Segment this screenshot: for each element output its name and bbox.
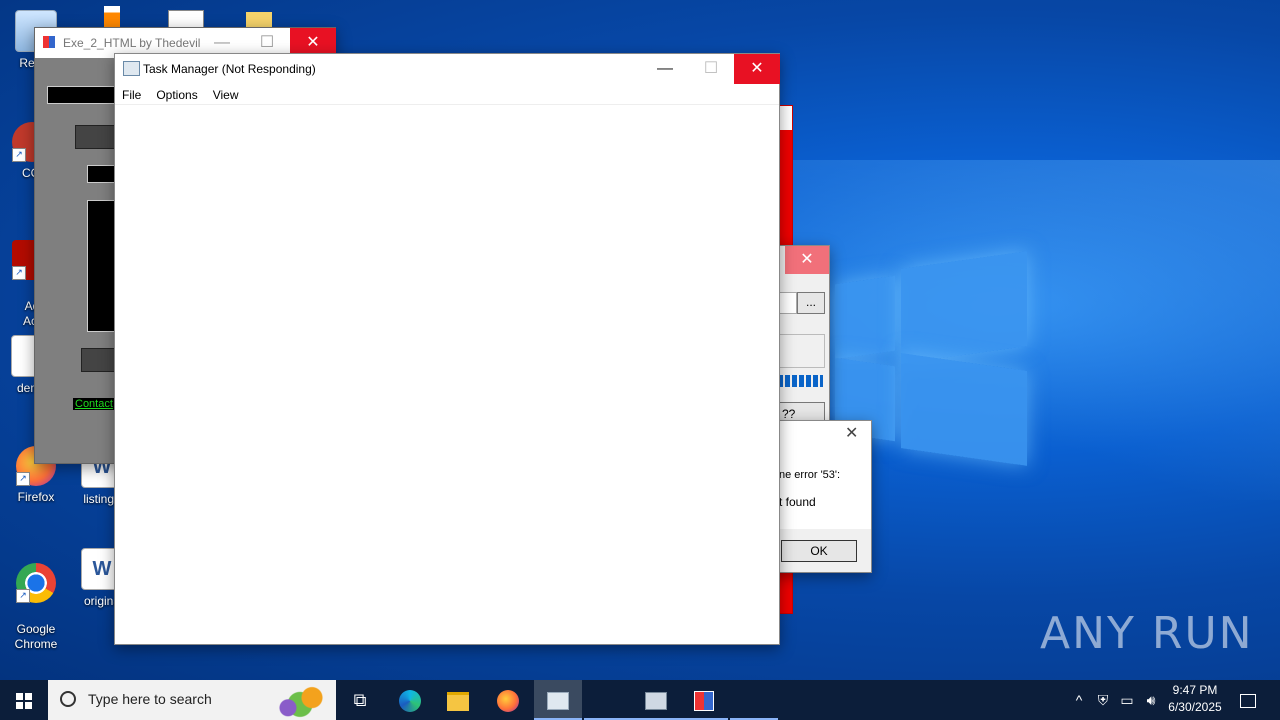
minimize-button[interactable]: — <box>642 54 688 84</box>
start-button[interactable] <box>0 680 48 720</box>
taskbar-clock[interactable]: 9:47 PM 6/30/2025 <box>1160 682 1230 716</box>
notification-icon <box>1240 694 1256 709</box>
task-manager-window[interactable]: Task Manager (Not Responding) — ☐ ✕ File… <box>114 53 780 645</box>
exe2html-title: Exe_2_HTML by Thedevil <box>63 36 201 50</box>
search-icon <box>60 691 76 707</box>
shortcut-arrow-icon: ↗ <box>16 472 30 486</box>
task-manager-app-icon <box>123 61 140 76</box>
task-view-icon: ⧉ <box>353 690 367 710</box>
volume-icon: 🔊︎ <box>1146 692 1156 708</box>
close-icon[interactable]: ✕ <box>845 423 858 443</box>
menu-options[interactable]: Options <box>149 84 205 104</box>
menu-view[interactable]: View <box>206 84 247 104</box>
shortcut-arrow-icon: ↗ <box>12 148 26 162</box>
task-manager-menubar: File Options View <box>115 84 779 105</box>
clock-time: 9:47 PM <box>1172 683 1218 697</box>
tray-network-button[interactable]: ▭ <box>1116 680 1138 720</box>
taskbar-firefox-button[interactable] <box>484 680 532 720</box>
firefox-icon <box>497 690 519 713</box>
application-window-icon <box>645 692 667 711</box>
taskbar-task-manager-button[interactable] <box>534 680 582 720</box>
close-button[interactable]: ✕ <box>785 246 829 274</box>
taskbar-app-button-3[interactable] <box>680 680 728 720</box>
exe2html-taskbar-icon <box>694 691 714 712</box>
taskbar-app-button-4[interactable] <box>730 680 778 720</box>
chrome-desktop-icon: ↗ <box>16 563 56 603</box>
desktop-icon-label: Google Chrome <box>14 622 58 651</box>
task-manager-title: Task Manager (Not Responding) <box>143 62 316 76</box>
task-manager-content <box>115 105 779 644</box>
clock-date: 6/30/2025 <box>1168 700 1222 714</box>
vlc-icon[interactable] <box>104 6 120 28</box>
menu-file[interactable]: File <box>115 84 149 104</box>
windows-start-icon <box>16 693 32 710</box>
taskbar-app-button-2[interactable] <box>632 680 680 720</box>
maximize-button[interactable]: ☐ <box>688 54 734 84</box>
taskbar-app-button-1[interactable] <box>584 680 632 720</box>
show-hidden-icons-button[interactable]: ^ <box>1068 680 1090 720</box>
task-manager-titlebar[interactable]: Task Manager (Not Responding) — ☐ ✕ <box>115 54 780 84</box>
taskbar-edge-button[interactable] <box>386 680 434 720</box>
desktop-icon-label: Firefox <box>17 490 55 504</box>
taskbar-explorer-button[interactable] <box>434 680 482 720</box>
network-icon: ▭ <box>1120 692 1134 708</box>
chevron-up-icon: ^ <box>1075 692 1083 708</box>
shield-icon: ⛨ <box>1097 692 1109 708</box>
tray-volume-button[interactable]: 🔊︎ <box>1140 680 1162 720</box>
task-view-button[interactable]: ⧉ <box>336 680 384 720</box>
shortcut-arrow-icon: ↗ <box>12 266 26 280</box>
browse-button[interactable]: ... <box>797 292 825 314</box>
taskbar-search-box[interactable]: Type here to search <box>48 680 336 720</box>
anyrun-watermark: ANY RUN <box>1040 608 1254 659</box>
error-message-line-1: ne error '53': <box>779 469 841 481</box>
search-highlight-flowers-icon <box>270 684 330 718</box>
desktop: ANY RUN Recyc ↗ CCl ↗ Ad Acr dema ↗ Fire… <box>0 0 1280 680</box>
taskbar: Type here to search ⧉ ^ ⛨ ▭ 🔊︎ 9:47 PM 6… <box>0 680 1280 720</box>
contact-link[interactable]: Contact <box>73 398 115 410</box>
shortcut-arrow-icon: ↗ <box>16 589 30 603</box>
task-manager-icon <box>547 692 569 711</box>
desktop-icon-chrome[interactable]: ↗ Google Chrome <box>0 548 72 667</box>
close-button[interactable]: ✕ <box>734 54 780 84</box>
ok-button[interactable]: OK <box>781 540 857 562</box>
exe2html-app-icon <box>43 36 55 48</box>
action-center-button[interactable] <box>1234 680 1262 720</box>
tray-security-icon-button[interactable]: ⛨ <box>1092 680 1114 720</box>
edge-icon <box>399 690 421 713</box>
search-placeholder: Type here to search <box>88 691 212 707</box>
error-message-line-2: t found <box>779 495 816 509</box>
file-explorer-icon <box>447 691 469 711</box>
